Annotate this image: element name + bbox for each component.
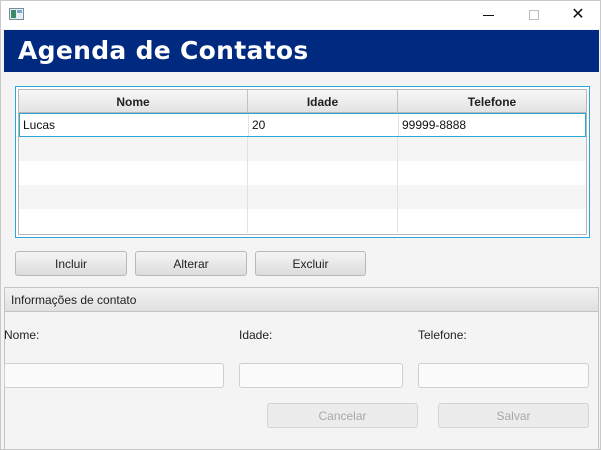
contact-info-section-header[interactable]: Informações de contato <box>4 287 599 312</box>
app-window: ✕ Agenda de Contatos Nome Idade Telefone… <box>0 0 601 450</box>
cell-idade: 20 <box>249 114 399 136</box>
cancelar-button[interactable]: Cancelar <box>267 403 418 428</box>
contacts-table[interactable]: Nome Idade Telefone Lucas 20 99999-8888 <box>15 86 590 238</box>
cell-idade <box>248 161 398 185</box>
cell-idade <box>248 209 398 233</box>
idade-field[interactable] <box>239 363 403 388</box>
cell-telefone <box>398 209 586 233</box>
table-row[interactable] <box>19 185 586 209</box>
table-row[interactable] <box>19 137 586 161</box>
title-bar[interactable]: ✕ <box>1 1 600 29</box>
cell-telefone <box>398 161 586 185</box>
cell-nome <box>19 161 248 185</box>
close-icon: ✕ <box>571 6 585 23</box>
column-header-telefone[interactable]: Telefone <box>398 90 586 113</box>
salvar-button[interactable]: Salvar <box>438 403 589 428</box>
contacts-table-body: Nome Idade Telefone Lucas 20 99999-8888 <box>18 89 587 235</box>
cell-idade <box>248 137 398 161</box>
cell-nome <box>19 185 248 209</box>
telefone-field[interactable] <box>418 363 589 388</box>
maximize-button[interactable] <box>511 1 557 29</box>
table-row[interactable] <box>19 209 586 233</box>
close-button[interactable]: ✕ <box>555 1 601 29</box>
table-row[interactable]: Lucas 20 99999-8888 <box>19 113 586 137</box>
idade-label: Idade: <box>239 328 273 342</box>
cell-nome <box>19 209 248 233</box>
cell-telefone: 99999-8888 <box>402 118 467 132</box>
minimize-button[interactable] <box>465 1 511 29</box>
incluir-button[interactable]: Incluir <box>15 251 127 276</box>
nome-label: Nome: <box>4 328 40 342</box>
column-header-idade[interactable]: Idade <box>248 90 398 113</box>
header-banner: Agenda de Contatos <box>4 30 599 72</box>
column-header-nome[interactable]: Nome <box>19 90 248 113</box>
app-window-icon <box>9 8 24 20</box>
cell-nome <box>19 137 248 161</box>
maximize-icon <box>529 10 539 20</box>
cell-telefone <box>398 137 586 161</box>
telefone-label: Telefone: <box>418 328 467 342</box>
cell-nome: Lucas <box>20 114 249 136</box>
nome-field[interactable] <box>4 363 224 388</box>
page-title: Agenda de Contatos <box>18 36 309 65</box>
alterar-button[interactable]: Alterar <box>135 251 247 276</box>
minimize-icon <box>482 14 494 16</box>
cell-idade <box>248 185 398 209</box>
table-header: Nome Idade Telefone <box>19 90 586 113</box>
excluir-button[interactable]: Excluir <box>255 251 366 276</box>
table-row[interactable] <box>19 161 586 185</box>
cell-telefone <box>398 185 586 209</box>
